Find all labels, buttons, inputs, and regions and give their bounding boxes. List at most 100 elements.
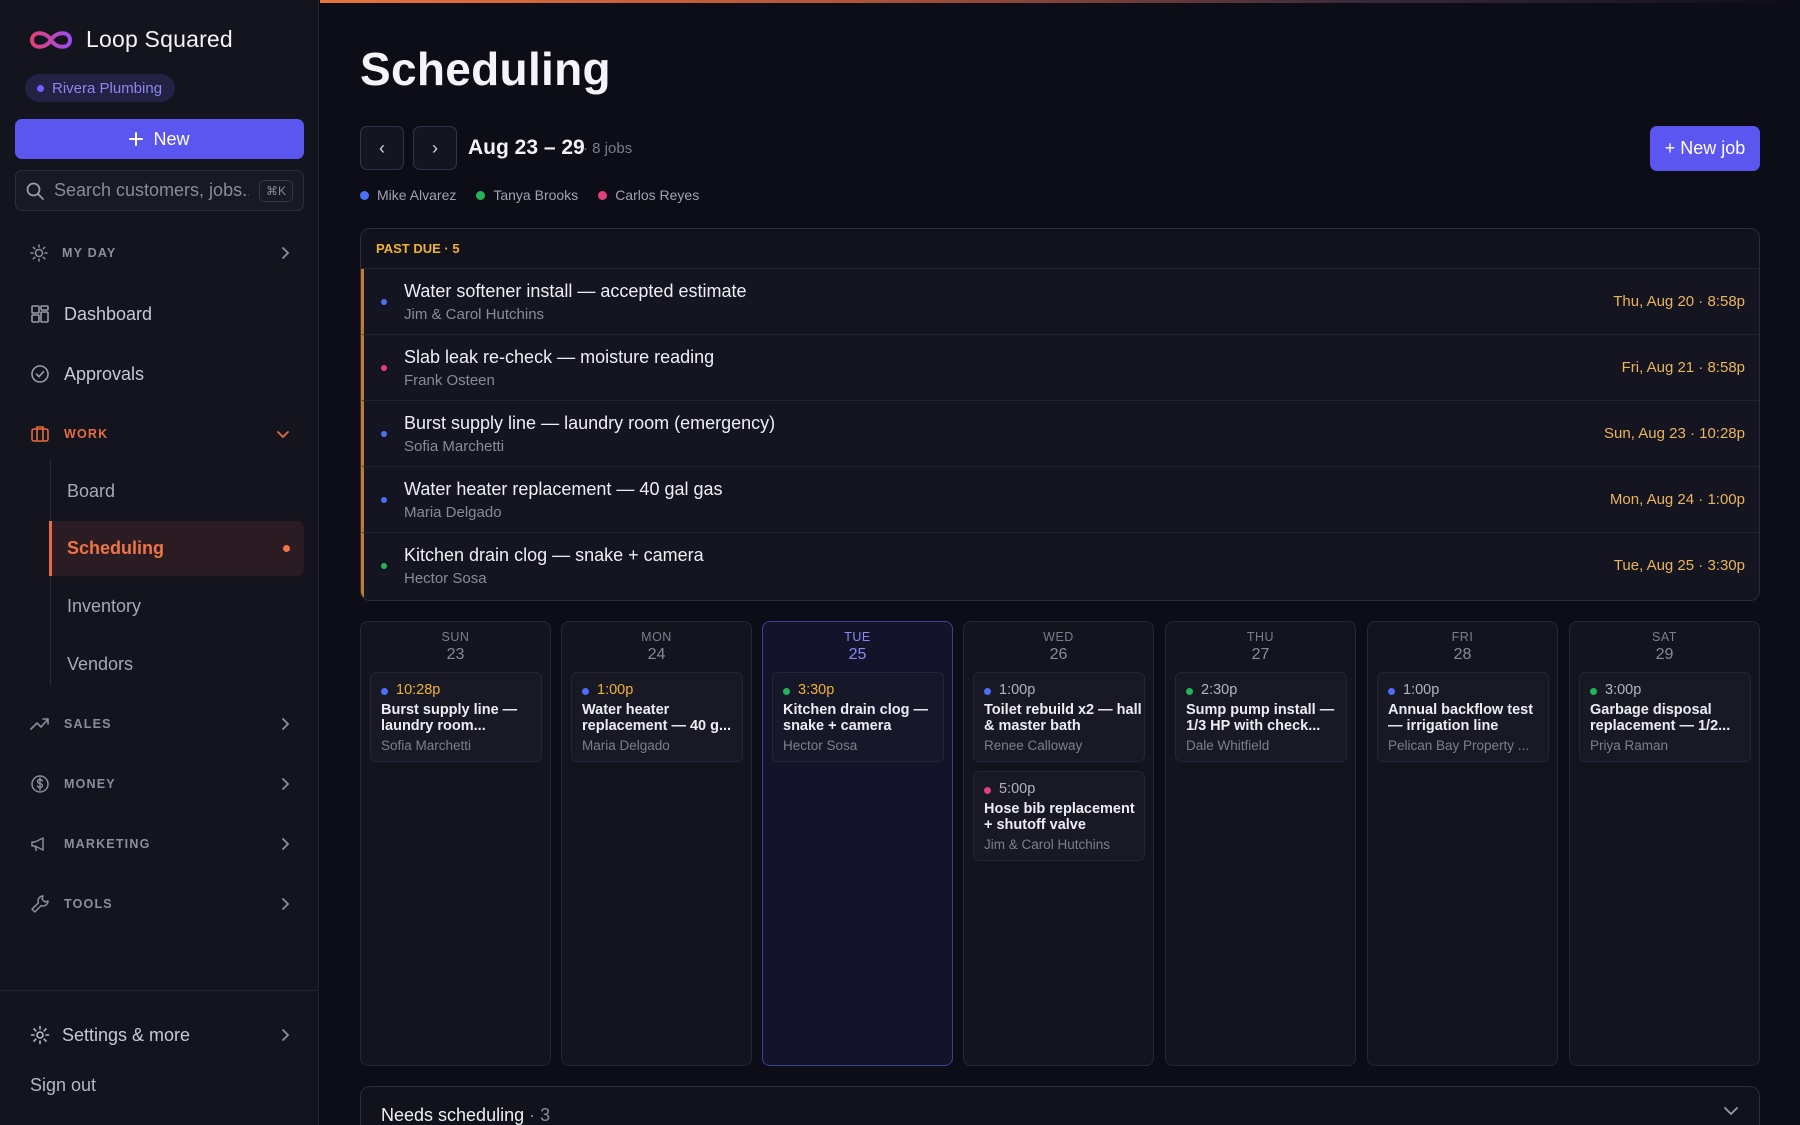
day-column-tue-today[interactable]: TUE 25 3:30p Kitchen drain clog — snake …: [762, 621, 953, 1066]
legend-item[interactable]: Tanya Brooks: [476, 187, 578, 203]
day-name: SAT: [1652, 630, 1677, 644]
settings-label: Settings & more: [62, 1024, 191, 1045]
job-title: Annual backflow test — irrigation line: [1388, 702, 1534, 734]
job-time: 3:00p: [1605, 682, 1642, 698]
new-job-button[interactable]: + New job: [1650, 126, 1760, 171]
job-customer: Pelican Bay Property ...: [1388, 738, 1530, 753]
day-column-wed[interactable]: WED 26 1:00p Toilet rebuild x2 — hall & …: [963, 621, 1154, 1066]
day-number: 27: [1251, 646, 1270, 663]
sidebar-divider: [0, 990, 319, 991]
tech-color-dot: [381, 688, 388, 695]
tech-color-dot: [984, 688, 991, 695]
search-input[interactable]: [54, 180, 249, 201]
active-indicator-dot: [283, 545, 290, 552]
chevron-right-icon: [282, 838, 290, 850]
job-customer: Sofia Marchetti: [404, 438, 505, 455]
job-card[interactable]: 5:00p Hose bib replacement + shutoff val…: [973, 771, 1145, 861]
chevron-right-icon: [282, 718, 290, 730]
sidebar-item-scheduling[interactable]: Scheduling: [49, 521, 304, 576]
settings-button[interactable]: Settings & more: [30, 1017, 290, 1053]
job-customer: Dale Whitfield: [1186, 738, 1270, 753]
day-name: THU: [1246, 630, 1275, 644]
gear-icon: [30, 1025, 50, 1045]
tech-color-dot: [1590, 688, 1597, 695]
nav-tools[interactable]: TOOLS: [30, 889, 290, 919]
job-time: 2:30p: [1201, 682, 1238, 698]
needs-scheduling-panel[interactable]: Needs scheduling · 3: [360, 1086, 1760, 1125]
prev-week-button[interactable]: ‹: [360, 126, 404, 170]
job-customer: Maria Delgado: [582, 738, 670, 753]
sidebar-item-vendors[interactable]: Vendors: [67, 644, 133, 684]
infinity-logo-icon: [29, 30, 73, 49]
page-title: Scheduling: [360, 43, 611, 95]
past-due-row[interactable]: Water heater replacement — 40 gal gas Ma…: [361, 467, 1759, 533]
past-due-row[interactable]: Burst supply line — laundry room (emerge…: [361, 401, 1759, 467]
job-card[interactable]: 3:00p Garbage disposal replacement — 1/2…: [1579, 672, 1751, 762]
nav-dashboard-label: Dashboard: [64, 303, 153, 324]
nav-dashboard[interactable]: Dashboard: [30, 296, 290, 332]
job-customer: Jim & Carol Hutchins: [984, 837, 1111, 852]
nav-money[interactable]: MONEY: [30, 769, 290, 799]
past-due-header: PAST DUE · 5: [361, 229, 1759, 269]
sidebar-item-inventory[interactable]: Inventory: [67, 586, 141, 626]
brand[interactable]: Loop Squared: [28, 26, 233, 53]
legend-label: Tanya Brooks: [493, 187, 579, 203]
org-dot-icon: [37, 84, 44, 92]
chevron-down-icon: [277, 431, 289, 439]
day-name: TUE: [844, 630, 871, 644]
new-button[interactable]: New: [15, 119, 304, 159]
search-icon: [26, 182, 44, 200]
day-name: WED: [1043, 630, 1074, 644]
brand-name: Loop Squared: [86, 26, 233, 52]
new-button-label: New: [153, 128, 190, 149]
day-column-thu[interactable]: THU 27 2:30p Sump pump install — 1/3 HP …: [1165, 621, 1356, 1066]
nav-my-day[interactable]: MY DAY: [30, 238, 290, 268]
job-due-time: Fri, Aug 21 · 8:58p: [1621, 359, 1745, 376]
nav-sales[interactable]: SALES: [30, 709, 290, 739]
nav-money-label: MONEY: [64, 777, 116, 791]
past-due-row[interactable]: Slab leak re-check — moisture reading Fr…: [361, 335, 1759, 401]
job-time: 10:28p: [396, 682, 441, 698]
legend-item[interactable]: Mike Alvarez: [360, 187, 456, 203]
jobs-count: · 8 jobs: [583, 140, 633, 157]
dollar-circle-icon: [31, 775, 49, 793]
day-number: 24: [647, 646, 666, 663]
sign-out-link[interactable]: Sign out: [30, 1075, 96, 1096]
day-column-sat[interactable]: SAT 29 3:00p Garbage disposal replacemen…: [1569, 621, 1760, 1066]
job-card[interactable]: 2:30p Sump pump install — 1/3 HP with ch…: [1175, 672, 1347, 762]
day-column-fri[interactable]: FRI 28 1:00p Annual backflow test — irri…: [1367, 621, 1558, 1066]
tech-color-dot: [1388, 688, 1395, 695]
job-card[interactable]: 3:30p Kitchen drain clog — snake + camer…: [772, 672, 944, 762]
job-card[interactable]: 1:00p Toilet rebuild x2 — hall & master …: [973, 672, 1145, 762]
day-column-sun[interactable]: SUN 23 10:28p Burst supply line — laundr…: [360, 621, 551, 1066]
nav-work-group[interactable]: WORK: [30, 419, 290, 449]
past-due-panel: PAST DUE · 5 Water softener install — ac…: [360, 228, 1760, 601]
tech-color-dot: [381, 563, 387, 569]
job-title: Kitchen drain clog — snake + camera: [404, 545, 704, 565]
legend-dot: [476, 190, 486, 200]
nav-my-day-label: MY DAY: [62, 246, 117, 260]
nav-approvals[interactable]: Approvals: [30, 356, 290, 392]
tech-color-dot: [582, 688, 589, 695]
nav-approvals-label: Approvals: [64, 363, 145, 384]
job-customer: Renee Calloway: [984, 738, 1083, 753]
next-week-button[interactable]: ›: [413, 126, 457, 170]
day-column-mon[interactable]: MON 24 1:00p Water heater replacement — …: [561, 621, 752, 1066]
job-time: 3:30p: [798, 682, 835, 698]
top-accent-bar: [320, 0, 1800, 3]
search-bar[interactable]: ⌘K: [15, 170, 304, 211]
org-name: Rivera Plumbing: [52, 79, 163, 97]
past-due-row[interactable]: Kitchen drain clog — snake + camera Hect…: [361, 533, 1759, 599]
tech-color-dot: [381, 299, 387, 305]
nav-marketing[interactable]: MARKETING: [30, 829, 290, 859]
briefcase-icon: [31, 426, 49, 442]
job-title: Water heater replacement — 40 g...: [582, 702, 732, 734]
legend-item[interactable]: Carlos Reyes: [598, 187, 699, 203]
search-shortcut: ⌘K: [258, 179, 293, 202]
job-card[interactable]: 1:00p Annual backflow test — irrigation …: [1377, 672, 1549, 762]
sidebar-item-board[interactable]: Board: [67, 471, 115, 511]
org-switcher[interactable]: Rivera Plumbing: [25, 74, 176, 102]
job-card[interactable]: 1:00p Water heater replacement — 40 g...…: [571, 672, 743, 762]
job-card[interactable]: 10:28p Burst supply line — laundry room.…: [370, 672, 542, 762]
past-due-row[interactable]: Water softener install — accepted estima…: [361, 269, 1759, 335]
